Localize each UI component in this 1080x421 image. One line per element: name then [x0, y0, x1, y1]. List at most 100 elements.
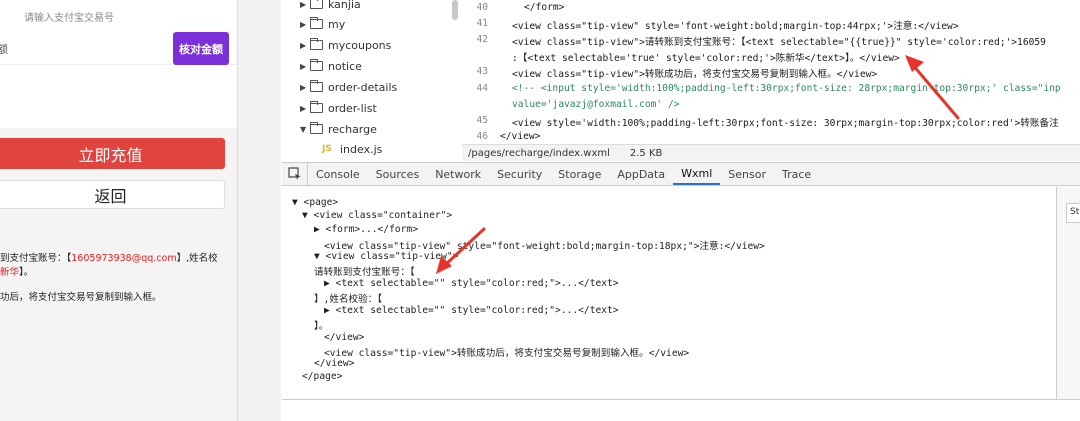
code-text: <view class="tip-view">转账成功后，将支付宝交易号复制到输… [512, 69, 878, 80]
code-text: value='javazj@foxmail.com' /> [512, 99, 680, 110]
recharge-form: 请输入支付宝交易号 额 核对金额 [0, 0, 237, 128]
caret-right-icon: ▶ [300, 82, 307, 92]
wxml-text-node[interactable]: 】。 [314, 318, 328, 332]
devtools-bottom-bar [282, 399, 1080, 421]
tip-name-suffix: 】。 [19, 267, 34, 278]
styles-tab[interactable]: St [1066, 203, 1080, 223]
tab-network[interactable]: Network [427, 163, 489, 185]
simulator-divider [237, 0, 281, 421]
folder-icon [310, 38, 323, 50]
tree-item-label: order-list [328, 101, 377, 115]
tree-scrollbar[interactable] [452, 0, 458, 20]
wxml-text-node[interactable]: 请转账到支付宝账号：【 [314, 264, 415, 278]
wxml-node[interactable]: ▶ <text selectable="" style="color:red;"… [324, 305, 619, 318]
wxml-tree-panel: ▼ <page> ▼ <view class="container"> ▶ <f… [282, 187, 1056, 399]
tip-name-value: 新华 [0, 267, 20, 278]
tab-console[interactable]: Console [308, 163, 368, 185]
tree-item-label: recharge [328, 122, 377, 136]
file-tree: ▶ kanjia ▶ my ▶ mycoupons ▶ notice ▶ ord… [282, 0, 460, 160]
check-amount-button[interactable]: 核对金额 [173, 32, 229, 65]
tab-security[interactable]: Security [489, 163, 550, 185]
caret-right-icon: ▶ [300, 61, 307, 71]
folder-icon [310, 17, 323, 29]
wxml-node[interactable]: <view class="tip-view" style="font-weigh… [324, 238, 765, 252]
wxml-node[interactable]: </page> [302, 371, 342, 384]
wxml-node[interactable]: ▼ <view class="container"> [302, 210, 452, 223]
recharge-now-button[interactable]: 立即充值 [0, 138, 225, 169]
tree-item-label: my [328, 17, 346, 31]
tip-account-line: 到支付宝账号：【1605973938@qq.com】,姓名校 [0, 250, 218, 264]
amount-label: 额 [0, 43, 8, 56]
file-path: /pages/recharge/index.wxml [468, 147, 610, 159]
folder-icon [310, 0, 323, 9]
wxml-node[interactable]: </view> [324, 332, 364, 345]
tip-name-line: 新华】。 [0, 264, 33, 278]
wxml-node[interactable]: ▼ <view class="tip-view"> [314, 251, 458, 264]
folder-icon [310, 101, 323, 113]
amount-row: 额 核对金额 [0, 31, 237, 65]
tab-trace[interactable]: Trace [774, 163, 819, 185]
code-text: </view> [500, 131, 541, 142]
caret-right-icon: ▶ [300, 40, 307, 50]
back-button[interactable]: 返回 [0, 180, 225, 209]
line-number: 41 [476, 18, 488, 29]
tab-appdata[interactable]: AppData [609, 163, 673, 185]
tree-item-label: kanjia [328, 0, 361, 11]
tab-sources[interactable]: Sources [368, 163, 428, 185]
wxml-node[interactable]: <view class="tip-view">转账成功后，将支付宝交易号复制到输… [324, 345, 689, 359]
code-text: <view class="tip-view" style='font-weigh… [512, 21, 959, 32]
tab-sensor[interactable]: Sensor [720, 163, 774, 185]
tree-item-label: index.js [340, 142, 383, 156]
tree-folder-kanjia[interactable]: ▶ kanjia [300, 0, 361, 14]
code-text: :【<text selectable='true' style='color:r… [512, 53, 900, 64]
editor-status-bar: /pages/recharge/index.wxml 2.5 KB [462, 144, 1080, 161]
tree-item-label: notice [328, 59, 362, 73]
code-line: 41 <view class="tip-view" style='font-we… [462, 18, 959, 32]
line-number: 42 [476, 34, 488, 45]
code-text: </form> [524, 2, 565, 13]
tab-wxml[interactable]: Wxml [673, 163, 721, 185]
tree-item-label: mycoupons [328, 38, 392, 52]
tip-account-suffix: 】,姓名校 [176, 253, 218, 264]
code-line: 44 <!-- <input style='width:100%;padding… [462, 83, 1060, 97]
code-text: <view class="tip-view">请转账到支付宝账号：【<text … [512, 37, 1046, 48]
tree-folder-notice[interactable]: ▶ notice [300, 56, 362, 76]
caret-right-icon: ▶ [300, 103, 307, 113]
tree-folder-order-list[interactable]: ▶ order-list [300, 98, 377, 118]
code-line: 40 </form> [462, 2, 564, 16]
code-editor[interactable]: 40 </form> 41 <view class="tip-view" sty… [462, 0, 1080, 144]
inspect-element-icon[interactable] [282, 163, 308, 185]
caret-down-icon: ▼ [300, 124, 307, 134]
tree-folder-mycoupons[interactable]: ▶ mycoupons [300, 35, 391, 55]
tree-folder-recharge[interactable]: ▼ recharge [300, 119, 377, 139]
caret-right-icon: ▶ [300, 19, 307, 29]
line-number: 45 [476, 115, 488, 126]
devtools-tabbar: Console Sources Network Security Storage… [282, 162, 1080, 186]
line-number: 46 [476, 131, 488, 142]
tip-copy-line: 功后，将支付宝交易号复制到输入框。 [0, 292, 162, 303]
code-text: <view style='width:100%;padding-left:30r… [512, 118, 1059, 129]
wxml-node[interactable]: </view> [314, 358, 354, 371]
trade-number-placeholder[interactable]: 请输入支付宝交易号 [24, 9, 114, 24]
simulator-pane: 请输入支付宝交易号 额 核对金额 立即充值 返回 到支付宝账号：【1605973… [0, 0, 237, 421]
folder-icon [310, 59, 323, 71]
line-number: 44 [476, 83, 488, 94]
code-line: 46 </view> [462, 131, 540, 144]
wxml-node[interactable]: ▶ <text selectable="" style="color:red;"… [324, 278, 619, 291]
code-line-wrapped: :【<text selectable='true' style='color:r… [462, 50, 900, 64]
tip-account-value: 1605973938@qq.com [71, 253, 177, 264]
styles-side-panel: St [1056, 187, 1080, 399]
wxml-node[interactable]: ▼ <page> [292, 197, 338, 210]
code-line-wrapped: value='javazj@foxmail.com' /> [462, 99, 680, 113]
wxml-text-node[interactable]: 】,姓名校验：【 [314, 291, 382, 305]
wxml-node[interactable]: ▶ <form>...</form> [314, 224, 418, 237]
file-size: 2.5 KB [629, 147, 663, 159]
tree-file-index-js[interactable]: JS index.js [322, 139, 382, 159]
tree-folder-order-details[interactable]: ▶ order-details [300, 77, 397, 97]
code-line: 42 <view class="tip-view">请转账到支付宝账号：【<te… [462, 34, 1046, 48]
folder-icon [310, 80, 323, 92]
tree-folder-my[interactable]: ▶ my [300, 14, 345, 34]
tab-storage[interactable]: Storage [550, 163, 609, 185]
code-line: 43 <view class="tip-view">转账成功后，将支付宝交易号复… [462, 66, 877, 80]
line-number: 43 [476, 66, 488, 77]
